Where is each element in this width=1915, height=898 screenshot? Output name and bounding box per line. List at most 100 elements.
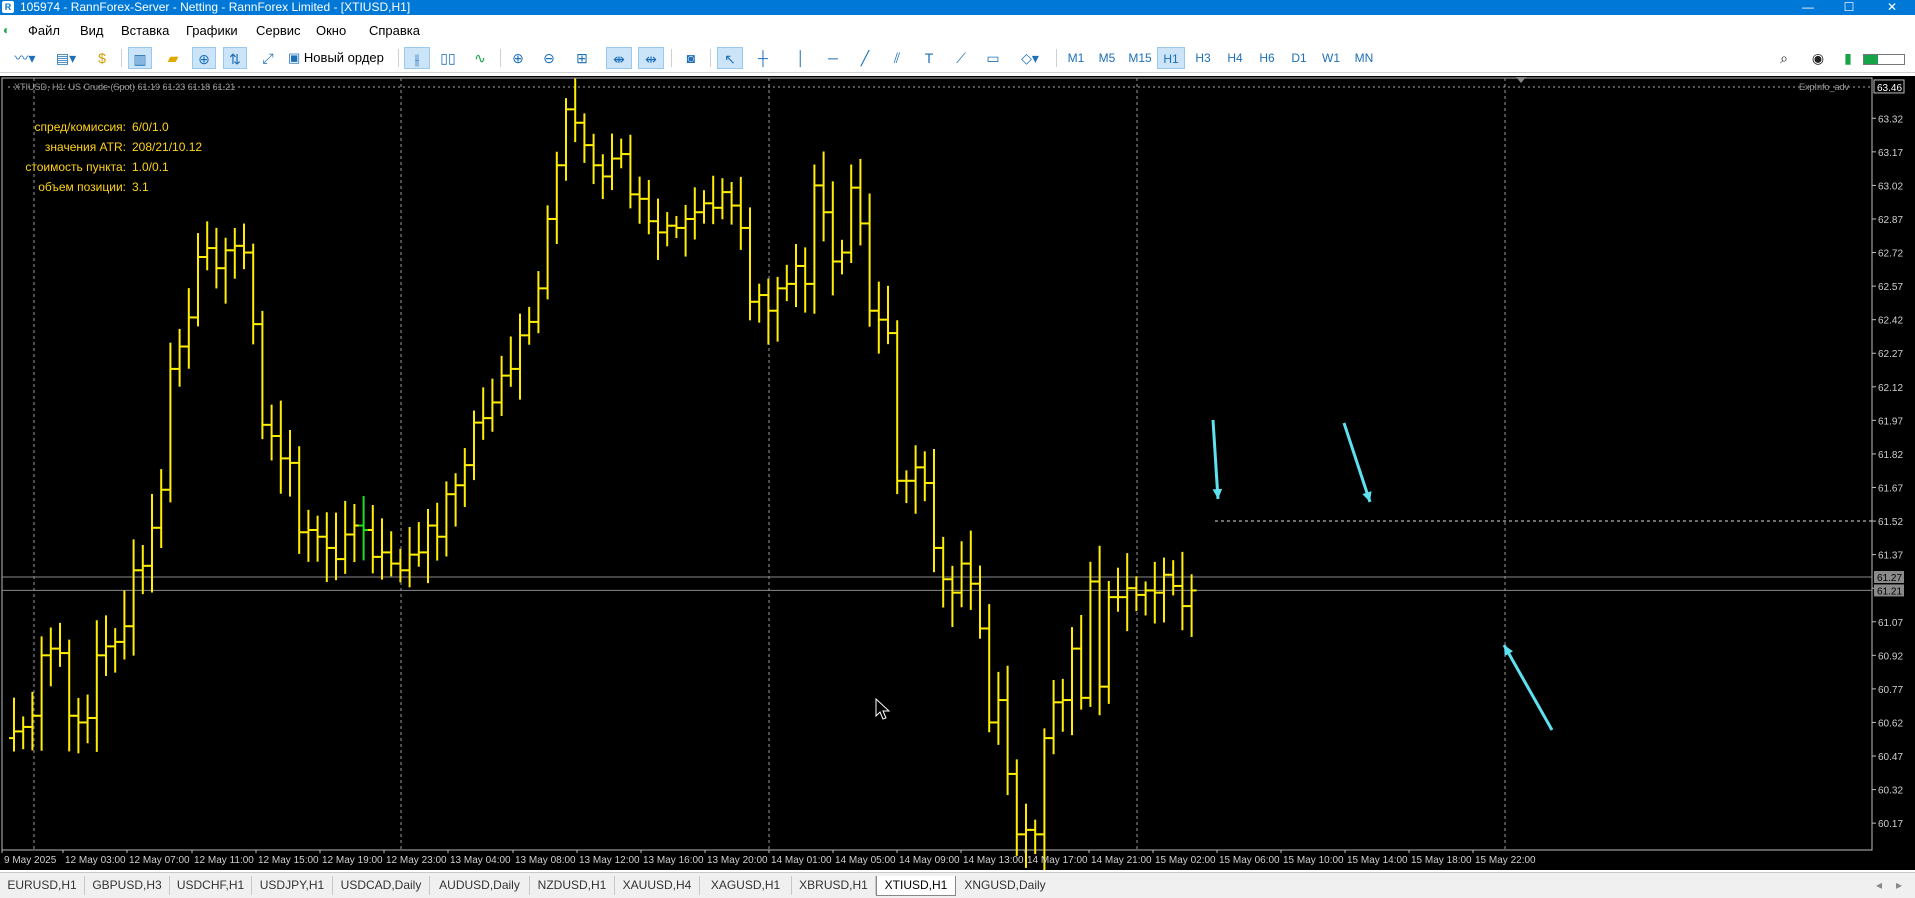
tile-windows-icon[interactable]: ⊞ xyxy=(570,47,594,69)
new-order-label: Новый ордер xyxy=(303,50,384,65)
time-axis-label: 15 May 18:00 xyxy=(1411,855,1472,866)
text-icon[interactable]: T xyxy=(917,47,941,69)
annotation-arrow-head xyxy=(1362,491,1372,502)
new-order-icon: ▣ xyxy=(288,50,301,65)
time-axis-label: 13 May 04:00 xyxy=(450,855,511,866)
time-axis-label: 13 May 08:00 xyxy=(515,855,576,866)
timeframe-h1[interactable]: H1 xyxy=(1157,47,1185,69)
objects-menu-icon[interactable]: ◇▾ xyxy=(1012,47,1048,69)
signal-icon[interactable]: ▮ xyxy=(1838,47,1858,69)
timeframe-m5[interactable]: M5 xyxy=(1093,47,1121,69)
app-logo-icon: R xyxy=(2,1,14,13)
tab-eurusd[interactable]: EURUSD,H1 xyxy=(0,876,85,895)
price-axis-label: 62.42 xyxy=(1878,316,1903,327)
menu-charts[interactable]: Графики xyxy=(186,23,238,39)
tab-xauusd[interactable]: XAUUSD,H4 xyxy=(615,876,700,895)
toolbar-separator xyxy=(398,49,399,67)
timeframe-h6[interactable]: H6 xyxy=(1253,47,1281,69)
chart-symbol-header: XTIUSD, H1: US Crude (Spot) 61.19 61.23 … xyxy=(14,82,236,92)
candlestick-chart-icon[interactable]: ▯▯ xyxy=(436,47,460,69)
time-axis-label: 13 May 12:00 xyxy=(579,855,640,866)
price-axis-label: 60.77 xyxy=(1878,685,1903,696)
chart-window[interactable]: 63.32 63.17 63.02 62.87 62.72 62.57 62.42 62.27… xyxy=(0,76,1915,870)
tabs-scroll-right-icon[interactable]: ▸ xyxy=(1890,876,1908,895)
horizontal-line-icon[interactable]: ─ xyxy=(821,47,845,69)
shapes-icon[interactable]: ▭ xyxy=(981,47,1005,69)
tab-xtiusd[interactable]: XTIUSD,H1 xyxy=(876,876,956,896)
chart-shift-icon[interactable]: ⇹ xyxy=(638,47,664,69)
time-axis-label: 15 May 06:00 xyxy=(1219,855,1280,866)
chart-shift-marker xyxy=(1516,77,1526,83)
menu-view[interactable]: Вид xyxy=(80,23,104,39)
price-axis-label: 61.82 xyxy=(1878,450,1903,461)
menu-insert[interactable]: Вставка xyxy=(121,23,169,39)
price-axis-label: 62.27 xyxy=(1878,349,1903,360)
fibonacci-icon[interactable]: ⟋ xyxy=(949,47,973,69)
price-axis-label: 60.47 xyxy=(1878,752,1903,763)
minimize-button[interactable]: — xyxy=(1788,0,1828,15)
chart-type-menu-icon[interactable]: 〰▾ xyxy=(8,47,42,69)
depth-of-market-icon[interactable]: ⇅ xyxy=(223,47,247,69)
timeframe-d1[interactable]: D1 xyxy=(1285,47,1313,69)
close-button[interactable]: ✕ xyxy=(1872,0,1912,15)
time-axis-label: 15 May 02:00 xyxy=(1155,855,1216,866)
tab-nzdusd[interactable]: NZDUSD,H1 xyxy=(530,876,615,895)
time-axis-label: 12 May 23:00 xyxy=(386,855,447,866)
tab-xngusd[interactable]: XNGUSD,Daily xyxy=(955,876,1055,895)
timeframe-h3[interactable]: H3 xyxy=(1189,47,1217,69)
price-axis-label: 63.02 xyxy=(1878,181,1903,192)
tab-usdchf[interactable]: USDCHF,H1 xyxy=(170,876,252,895)
menu-window[interactable]: Окно xyxy=(316,23,346,39)
tab-usdcad[interactable]: USDCAD,Daily xyxy=(333,876,430,895)
timeframe-m1[interactable]: M1 xyxy=(1062,47,1090,69)
account-icon[interactable]: ◉ xyxy=(1807,47,1829,69)
channel-icon[interactable]: ⫽ xyxy=(885,47,909,69)
menu-tools[interactable]: Сервис xyxy=(256,23,301,39)
trend-line-icon[interactable]: ╱ xyxy=(853,47,877,69)
current-price-label: 61.21 xyxy=(1877,586,1902,597)
tab-gbpusd[interactable]: GBPUSD,H3 xyxy=(85,876,170,895)
price-axis-label: 60.17 xyxy=(1878,819,1903,830)
market-watch-icon[interactable]: ▥ xyxy=(128,47,152,69)
timeframe-mn[interactable]: MN xyxy=(1349,47,1379,69)
vertical-line-icon[interactable]: │ xyxy=(789,47,813,69)
zoom-in-icon[interactable]: ⊕ xyxy=(506,47,530,69)
strategy-tester-icon[interactable]: ⤢ xyxy=(256,47,280,69)
maximize-button[interactable]: ☐ xyxy=(1829,0,1869,15)
auto-scroll-icon[interactable]: ⇼ xyxy=(606,47,632,69)
timeframe-w1[interactable]: W1 xyxy=(1317,47,1345,69)
menu-help[interactable]: Справка xyxy=(369,23,420,39)
data-window-icon[interactable]: ⊕ xyxy=(192,47,216,69)
tab-xagusd[interactable]: XAGUSD,H1 xyxy=(700,876,792,895)
new-order-button[interactable]: ▣ Новый ордер xyxy=(288,47,392,69)
bar-chart-icon[interactable]: ⫲ xyxy=(404,47,430,69)
menu-bar: ◐ Файл Вид Вставка Графики Сервис Окно С… xyxy=(0,21,1915,41)
cursor-icon[interactable]: ↖ xyxy=(717,47,743,69)
timeframe-h4[interactable]: H4 xyxy=(1221,47,1249,69)
title-bar: R 105974 - RannForex-Server - Netting - … xyxy=(0,0,1915,15)
zoom-out-icon[interactable]: ⊖ xyxy=(537,47,561,69)
tab-usdjpy[interactable]: USDJPY,H1 xyxy=(252,876,333,895)
timeframe-m15[interactable]: M15 xyxy=(1124,47,1156,69)
line-chart-icon[interactable]: ∿ xyxy=(468,47,492,69)
price-axis-label: 61.37 xyxy=(1878,551,1903,562)
chart-tabs: EURUSD,H1 GBPUSD,H3 USDCHF,H1 USDJPY,H1 … xyxy=(0,872,1915,898)
time-axis-label: 12 May 07:00 xyxy=(129,855,190,866)
screenshot-icon[interactable]: ◙ xyxy=(679,47,703,69)
price-chart[interactable]: 63.32 63.17 63.02 62.87 62.72 62.57 62.42 62.27… xyxy=(0,76,1915,870)
price-axis-label: 62.87 xyxy=(1878,215,1903,226)
templates-icon[interactable]: ▤▾ xyxy=(49,47,83,69)
tab-audusd[interactable]: AUDUSD,Daily xyxy=(430,876,530,895)
tabs-scroll-left-icon[interactable]: ◂ xyxy=(1870,876,1888,895)
menu-file[interactable]: Файл xyxy=(28,23,60,39)
time-axis-label: 13 May 20:00 xyxy=(707,855,768,866)
algo-trading-icon[interactable]: $ xyxy=(92,47,112,69)
navigator-icon[interactable]: ▰ xyxy=(161,47,185,69)
price-axis-label: 60.32 xyxy=(1878,786,1903,797)
crosshair-icon[interactable]: ┼ xyxy=(751,47,775,69)
tab-xbrusd[interactable]: XBRUSD,H1 xyxy=(792,876,876,895)
price-axis-label: 62.57 xyxy=(1878,282,1903,293)
toolbar-separator xyxy=(121,49,122,67)
search-icon[interactable]: ⌕ xyxy=(1773,47,1795,69)
time-axis-label: 15 May 10:00 xyxy=(1283,855,1344,866)
